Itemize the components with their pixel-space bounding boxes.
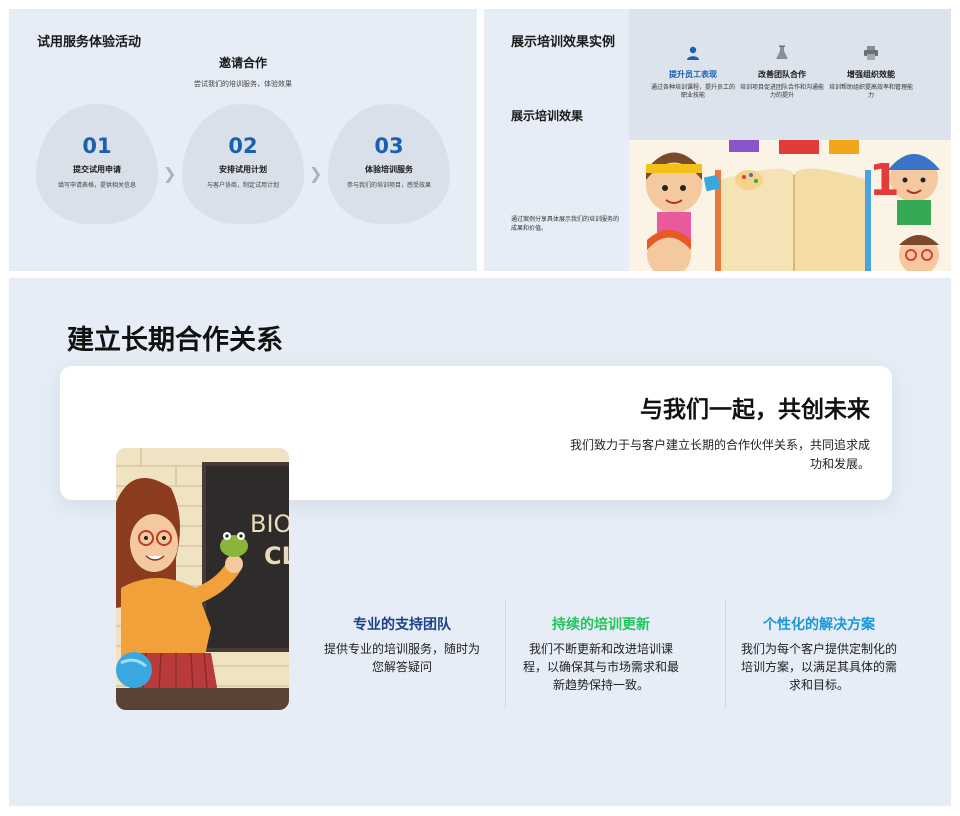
user-icon [687, 46, 699, 60]
teacher-illustration: BIO CL [116, 448, 289, 710]
column-desc: 提供专业的培训服务，随时为您解答疑问 [323, 642, 480, 674]
divider [725, 600, 726, 708]
step-title: 体验培训服务 [365, 165, 413, 174]
step-number: 03 [374, 134, 404, 158]
slide-title: 建立长期合作关系 [67, 325, 283, 356]
feature-title: 增强组织效能 [847, 70, 895, 79]
chevron-right-icon: ❯ [163, 164, 177, 183]
slide-title: 展示培训效果实例 [511, 35, 616, 50]
blackboard-text-1: BIO [250, 510, 289, 538]
slide-long-term-partnership[interactable]: 建立长期合作关系 与我们一起，共创未来 我们致力于与客户建立长期的合作伙伴关系，… [9, 278, 951, 806]
section-desc: 通过案例分享具体展示我们的培训服务的成果和价值。 [511, 216, 620, 232]
feature-column-3: 个性化的解决方案 我们为每个客户提供定制化的培训方案，以满足其具体的需求和目标。 [740, 614, 898, 694]
column-desc: 我们不断更新和改进培训课程，以确保其与市场需求和最新趋势保持一致。 [522, 642, 679, 692]
column-title: 持续的培训更新 [552, 617, 650, 633]
card-headline: 与我们一起，共创未来 [640, 397, 870, 423]
slide-title: 试用服务体验活动 [37, 35, 142, 50]
slide-trial-service[interactable]: 试用服务体验活动 邀请合作 尝试我们的培训服务，体验效果 01 提交试用申请 填… [9, 9, 477, 271]
column-title: 个性化的解决方案 [763, 617, 875, 633]
column-desc: 我们为每个客户提供定制化的培训方案，以满足其具体的需求和目标。 [740, 642, 897, 692]
section-heading: 邀请合作 [218, 56, 267, 70]
feature-column-2: 持续的培训更新 我们不断更新和改进培训课程，以确保其与市场需求和最新趋势保持一致… [522, 614, 680, 694]
feature-title: 改善团队合作 [758, 70, 806, 79]
printer-icon [864, 46, 878, 60]
blackboard-text-2: CL [264, 542, 289, 570]
column-title: 专业的支持团队 [353, 617, 451, 633]
section-subtitle: 尝试我们的培训服务，体验效果 [194, 80, 292, 88]
svg-text:1: 1 [869, 155, 900, 206]
feature-column-1: 专业的支持团队 提供专业的培训服务，随时为您解答疑问 [323, 614, 481, 676]
step-title: 提交试用申请 [73, 165, 121, 174]
slide-training-results[interactable]: 展示培训效果实例 展示培训效果 通过案例分享具体展示我们的培训服务的成果和价值。… [484, 9, 951, 271]
step-card-1: 01 提交试用申请 填写申请表格，提供相关信息 [36, 104, 158, 224]
chevron-right-icon: ❯ [309, 164, 323, 183]
features-panel: 提升员工表现 通过各种培训课程，提升员工的职业技能 改善团队合作 培训项目促进团… [629, 9, 951, 140]
step-desc: 填写申请表格，提供相关信息 [57, 182, 136, 189]
feature-title: 提升员工表现 [669, 70, 717, 79]
step-title: 安排试用计划 [219, 165, 267, 174]
step-desc: 与客户协商，制定试用计划 [206, 182, 279, 189]
step-card-3: 03 体验培训服务 参与我们的培训项目，感受效果 [328, 104, 450, 224]
feature-item-2: 改善团队合作 培训项目促进团队合作和沟通能力的提升 [740, 45, 824, 100]
feature-desc: 培训项目促进团队合作和沟通能力的提升 [740, 84, 825, 100]
feature-desc: 培训帮助组织提高效率和管理能力 [829, 84, 914, 100]
feature-item-1: 提升员工表现 通过各种培训课程，提升员工的职业技能 [651, 45, 735, 100]
step-desc: 参与我们的培训项目，感受效果 [346, 182, 431, 189]
card-desc: 我们致力于与客户建立长期的合作伙伴关系，共同追求成功和发展。 [569, 438, 870, 471]
section-subtitle: 展示培训效果 [511, 109, 584, 123]
step-number: 02 [228, 134, 258, 158]
step-number: 01 [82, 134, 112, 158]
feature-desc: 通过各种培训课程，提升员工的职业技能 [651, 84, 736, 100]
divider [505, 600, 506, 708]
kids-book-illustration: 1 [629, 140, 951, 271]
step-card-2: 02 安排试用计划 与客户协商，制定试用计划 [182, 104, 304, 224]
flask-icon [776, 45, 788, 59]
feature-item-3: 增强组织效能 培训帮助组织提高效率和管理能力 [829, 45, 913, 100]
